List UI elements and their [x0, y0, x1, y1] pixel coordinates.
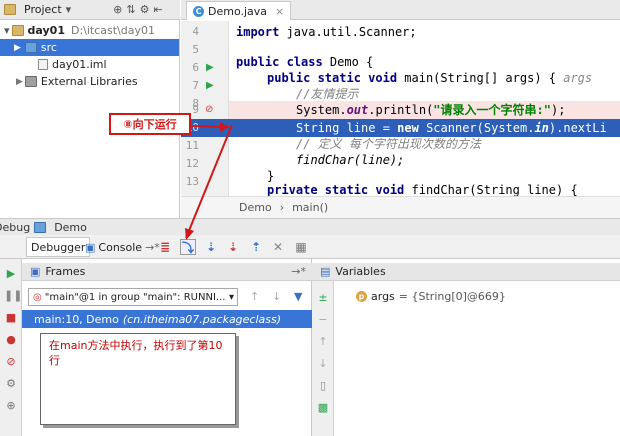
callout-arrowhead: [220, 122, 229, 132]
step-over-arrowhead: [185, 228, 194, 240]
step-over-arrow-line: [185, 124, 233, 239]
note-box: 在main方法中执行，执行到了第10行: [40, 333, 236, 425]
